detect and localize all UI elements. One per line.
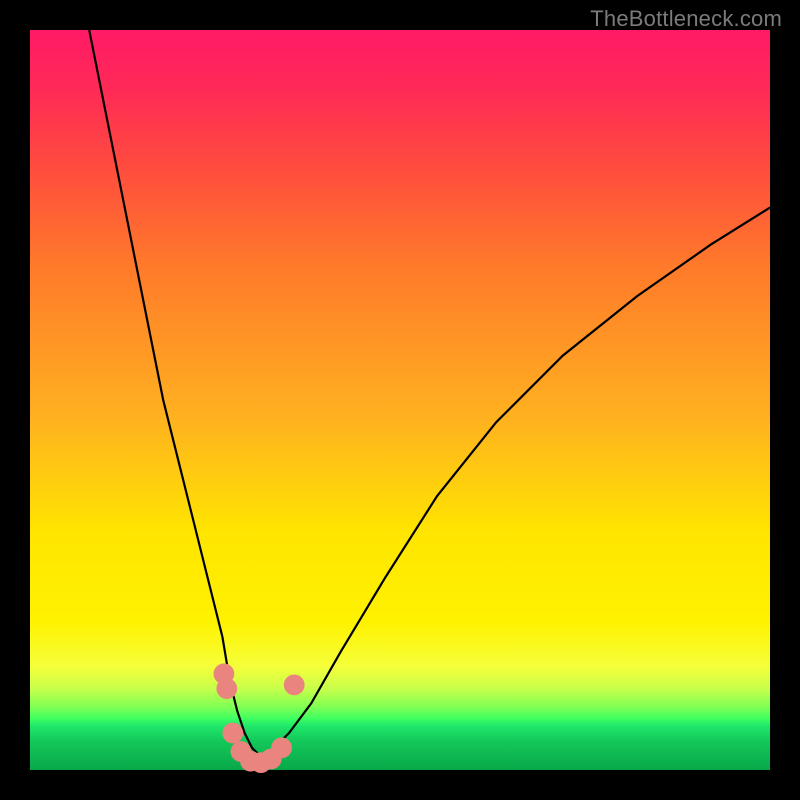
figure-canvas: TheBottleneck.com: [0, 0, 800, 800]
chart-svg: [30, 30, 770, 770]
plot-area: [30, 30, 770, 770]
curve-marker: [216, 678, 237, 699]
curve-marker: [222, 723, 243, 744]
watermark-text: TheBottleneck.com: [590, 6, 782, 32]
curve-markers: [214, 663, 305, 773]
curve-marker: [284, 675, 305, 696]
bottleneck-curve: [89, 30, 770, 755]
curve-marker: [271, 737, 292, 758]
